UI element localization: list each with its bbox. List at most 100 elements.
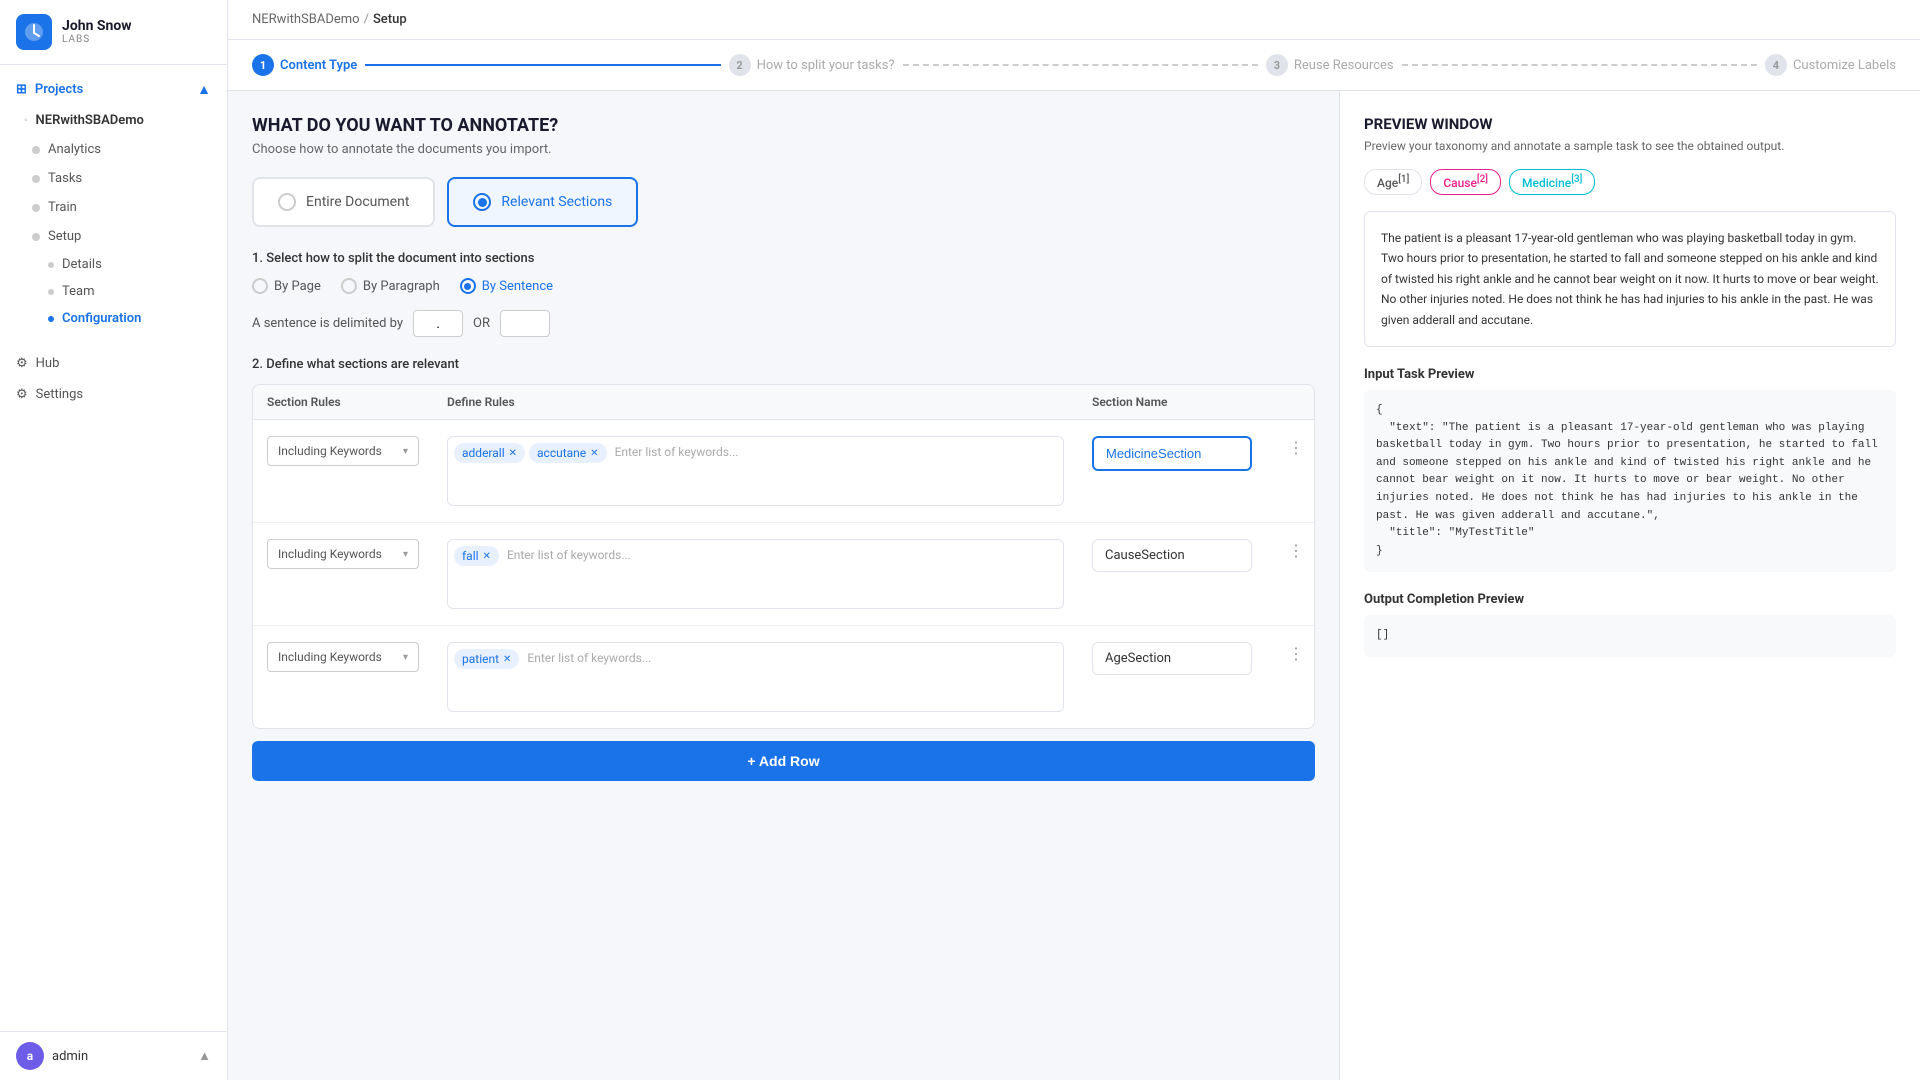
sidebar-item-configuration[interactable]: Configuration bbox=[0, 305, 227, 332]
details-label: Details bbox=[62, 257, 102, 272]
option-relevant-sections[interactable]: Relevant Sections bbox=[447, 177, 638, 227]
annotate-title: WHAT DO YOU WANT TO ANNOTATE? bbox=[252, 115, 1315, 136]
user-name: admin bbox=[52, 1049, 88, 1064]
step-1-label: Content Type bbox=[280, 58, 357, 73]
keyword-fall: fall ✕ bbox=[454, 546, 499, 566]
config-dot bbox=[48, 316, 54, 322]
projects-label: Projects bbox=[35, 82, 83, 97]
sidebar-item-setup[interactable]: Setup bbox=[0, 222, 227, 251]
row-2-rule-label: Including Keywords bbox=[278, 547, 382, 561]
keyword-accutane: accutane ✕ bbox=[529, 443, 607, 463]
setup-label: Setup bbox=[48, 229, 81, 244]
keyword-adderall-text: adderall bbox=[462, 446, 505, 460]
keyword-accutane-text: accutane bbox=[537, 446, 586, 460]
sidebar-item-train[interactable]: Train bbox=[0, 193, 227, 222]
right-panel: PREVIEW WINDOW Preview your taxonomy and… bbox=[1340, 91, 1920, 1080]
radio-page bbox=[252, 278, 268, 294]
main-content: NERwithSBADemo / Setup 1 Content Type 2 … bbox=[228, 0, 1920, 1080]
keyword-patient-text: patient bbox=[462, 652, 499, 666]
company-labs: LABS bbox=[62, 34, 132, 46]
settings-label: Settings bbox=[36, 387, 83, 402]
sidebar: John Snow LABS ⊞ Projects ▲ ◦ NERwithSBA… bbox=[0, 0, 228, 1080]
keyword-adderall: adderall ✕ bbox=[454, 443, 525, 463]
delimiter-or: OR bbox=[473, 316, 490, 331]
project-root-item[interactable]: ◦ NERwithSBADemo bbox=[0, 106, 227, 135]
step-2[interactable]: 2 How to split your tasks? bbox=[729, 54, 895, 76]
grid-icon: ⊞ bbox=[16, 82, 27, 97]
row-1-keywords-input[interactable]: adderall ✕ accutane ✕ Enter list of keyw… bbox=[447, 436, 1064, 506]
row-2-menu[interactable]: ⋮ bbox=[1278, 533, 1314, 566]
step-1[interactable]: 1 Content Type bbox=[252, 54, 357, 76]
split-options: By Page By Paragraph By Sentence bbox=[252, 278, 1315, 294]
row-3-menu[interactable]: ⋮ bbox=[1278, 636, 1314, 669]
tag-medicine-sup: [3] bbox=[1571, 174, 1582, 185]
row-1-menu[interactable]: ⋮ bbox=[1278, 430, 1314, 463]
sidebar-header: John Snow LABS bbox=[0, 0, 227, 65]
keyword-patient-remove[interactable]: ✕ bbox=[503, 654, 511, 665]
keyword-adderall-remove[interactable]: ✕ bbox=[509, 448, 517, 459]
breadcrumb: NERwithSBADemo / Setup bbox=[228, 0, 1920, 40]
row-3-rule-dropdown[interactable]: Including Keywords ▾ bbox=[267, 642, 419, 672]
row-2-name-cell: CauseSection bbox=[1078, 533, 1278, 578]
split-page-label: By Page bbox=[274, 279, 321, 294]
step-connector-1-2 bbox=[365, 64, 720, 66]
sidebar-item-details[interactable]: Details bbox=[0, 251, 227, 278]
tag-age: Age[1] bbox=[1364, 169, 1422, 195]
split-by-sentence[interactable]: By Sentence bbox=[460, 278, 553, 294]
step-4-label: Customize Labels bbox=[1793, 58, 1896, 73]
row-2-rule-dropdown[interactable]: Including Keywords ▾ bbox=[267, 539, 419, 569]
sidebar-item-hub[interactable]: ⚙ Hub bbox=[0, 348, 227, 379]
sidebar-item-team[interactable]: Team bbox=[0, 278, 227, 305]
row-1-keywords-cell: adderall ✕ accutane ✕ Enter list of keyw… bbox=[433, 430, 1078, 512]
analytics-label: Analytics bbox=[48, 142, 101, 157]
split-by-paragraph[interactable]: By Paragraph bbox=[341, 278, 440, 294]
team-label: Team bbox=[62, 284, 95, 299]
step-3-num: 3 bbox=[1266, 54, 1288, 76]
row-1-name-cell bbox=[1078, 430, 1278, 477]
step-3[interactable]: 3 Reuse Resources bbox=[1266, 54, 1394, 76]
step-1-num: 1 bbox=[252, 54, 274, 76]
table-row: Including Keywords ▾ adderall ✕ accutane bbox=[253, 420, 1314, 523]
sidebar-bottom: a admin ▲ bbox=[0, 1031, 227, 1080]
sidebar-item-tasks[interactable]: Tasks bbox=[0, 164, 227, 193]
chevron-down-icon: ▾ bbox=[403, 446, 408, 457]
option-entire-document[interactable]: Entire Document bbox=[252, 177, 435, 227]
projects-nav-item[interactable]: ⊞ Projects ▲ bbox=[0, 73, 227, 106]
preview-sub: Preview your taxonomy and annotate a sam… bbox=[1364, 139, 1896, 153]
option-entire-label: Entire Document bbox=[306, 194, 409, 210]
tasks-dot bbox=[32, 175, 40, 183]
row-1-section-name[interactable] bbox=[1092, 436, 1252, 471]
preview-text: The patient is a pleasant 17-year-old ge… bbox=[1381, 231, 1879, 327]
delimiter-input-2[interactable] bbox=[500, 310, 550, 337]
sidebar-item-settings[interactable]: ⚙ Settings bbox=[0, 379, 227, 410]
delimiter-input-1[interactable] bbox=[413, 310, 463, 337]
keyword-fall-remove[interactable]: ✕ bbox=[483, 551, 491, 562]
table-row: Including Keywords ▾ patient ✕ Enter lis… bbox=[253, 626, 1314, 728]
team-dot bbox=[48, 289, 54, 295]
delimiter-row: A sentence is delimited by OR bbox=[252, 310, 1315, 337]
step-4-num: 4 bbox=[1765, 54, 1787, 76]
tag-cause-sup: [2] bbox=[1477, 174, 1488, 185]
tag-age-sup: [1] bbox=[1398, 174, 1409, 185]
row-3-name-cell: AgeSection bbox=[1078, 636, 1278, 681]
row-2-keywords-input[interactable]: fall ✕ Enter list of keywords... bbox=[447, 539, 1064, 609]
row-3-keywords-input[interactable]: patient ✕ Enter list of keywords... bbox=[447, 642, 1064, 712]
row-2-placeholder: Enter list of keywords... bbox=[503, 546, 635, 566]
hub-label: Hub bbox=[36, 356, 60, 371]
split-by-page[interactable]: By Page bbox=[252, 278, 321, 294]
row-2-section-name[interactable]: CauseSection bbox=[1092, 539, 1252, 572]
settings-icon: ⚙ bbox=[16, 387, 28, 402]
keyword-accutane-remove[interactable]: ✕ bbox=[590, 448, 598, 459]
step-4[interactable]: 4 Customize Labels bbox=[1765, 54, 1896, 76]
breadcrumb-current: Setup bbox=[373, 12, 407, 27]
row-1-rule-dropdown[interactable]: Including Keywords ▾ bbox=[267, 436, 419, 466]
project-name: NERwithSBADemo bbox=[36, 113, 144, 128]
add-row-button[interactable]: + Add Row bbox=[252, 741, 1315, 781]
step-connector-2-3 bbox=[903, 64, 1258, 66]
hub-icon: ⚙ bbox=[16, 356, 28, 371]
row-3-section-name[interactable]: AgeSection bbox=[1092, 642, 1252, 675]
sidebar-item-analytics[interactable]: Analytics bbox=[0, 135, 227, 164]
content-area: WHAT DO YOU WANT TO ANNOTATE? Choose how… bbox=[228, 91, 1920, 1080]
annotate-sub: Choose how to annotate the documents you… bbox=[252, 142, 1315, 157]
row-1-placeholder: Enter list of keywords... bbox=[611, 443, 743, 463]
